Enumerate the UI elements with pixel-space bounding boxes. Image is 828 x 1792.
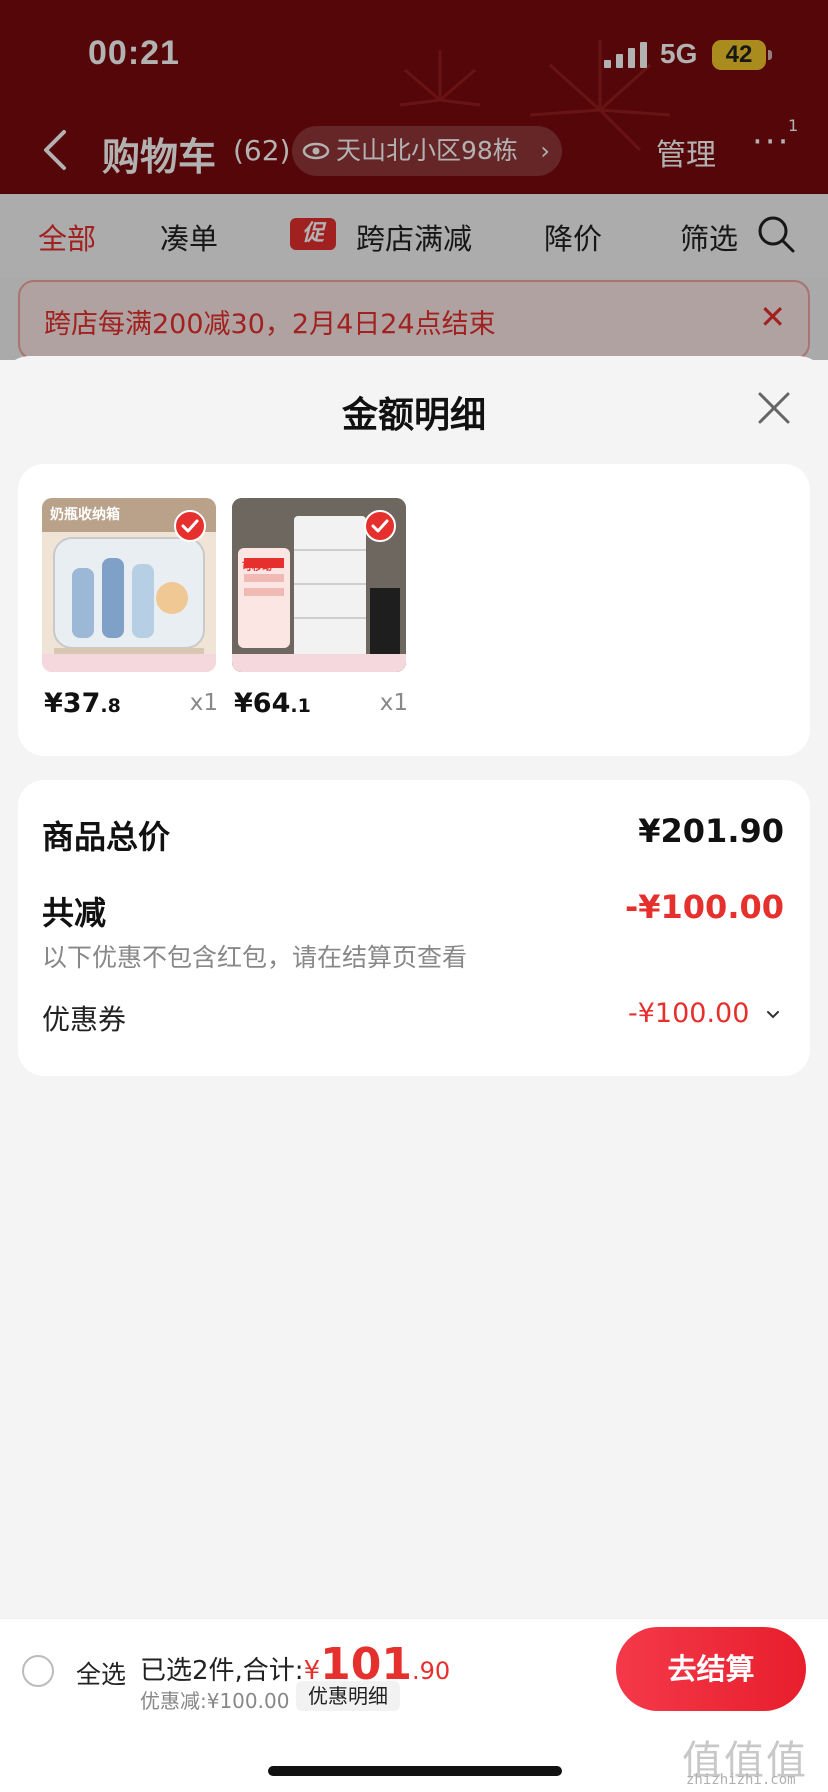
product-item[interactable]: 可移动 ¥64.1 x1 <box>232 498 408 719</box>
watermark-text: zhizhizhi.com <box>686 1772 796 1788</box>
product-item[interactable]: 奶瓶收纳箱 ¥37.8 x1 <box>42 498 218 719</box>
coupon-row[interactable]: -¥100.00 <box>628 998 780 1029</box>
total-decimal: .90 <box>411 1657 451 1685</box>
discount-summary: 优惠减:¥100.00 <box>140 1689 290 1713</box>
checkout-bar: 全选 已选2件,合计:¥101.90 优惠减:¥100.00 优惠明细 去结算 <box>0 1618 828 1718</box>
select-all-checkbox[interactable] <box>22 1655 54 1687</box>
home-indicator <box>268 1766 562 1776</box>
product-quantity: x1 <box>189 690 218 716</box>
product-image: 奶瓶收纳箱 <box>42 498 216 672</box>
product-image: 可移动 <box>232 498 406 672</box>
coupon-value: -¥100.00 <box>628 998 750 1029</box>
product-image-caption: 奶瓶收纳箱 <box>50 507 120 523</box>
discount-label: 共减 <box>42 894 107 932</box>
sheet-title: 金额明细 <box>341 395 486 436</box>
product-price: ¥64.1 <box>234 688 311 719</box>
select-all-label[interactable]: 全选 <box>76 1655 126 1691</box>
selected-summary: 已选2件,合计:¥101.90 <box>140 1639 450 1690</box>
product-price: ¥37.8 <box>44 688 121 719</box>
total-price-value: ¥201.90 <box>638 812 784 850</box>
price-summary-card: 商品总价 ¥201.90 共减 -¥100.00 以下优惠不包含红包，请在结算页… <box>18 780 810 1076</box>
modal-overlay[interactable] <box>0 0 828 360</box>
check-icon[interactable] <box>174 510 206 542</box>
close-icon[interactable] <box>756 390 792 426</box>
total-price-label: 商品总价 <box>42 818 171 856</box>
products-card: 奶瓶收纳箱 ¥37.8 x1 可移动 ¥64.1 x1 <box>18 464 810 756</box>
product-quantity: x1 <box>379 690 408 716</box>
checkout-button[interactable]: 去结算 <box>616 1627 806 1711</box>
discount-note: 以下优惠不包含红包，请在结算页查看 <box>42 943 468 972</box>
selected-text: 已选2件,合计: <box>140 1656 304 1686</box>
chevron-down-icon <box>767 1010 779 1018</box>
check-icon[interactable] <box>364 510 396 542</box>
coupon-label: 优惠券 <box>42 1003 127 1036</box>
product-image-caption: 可移动 <box>242 562 272 573</box>
bottom-safe-area: 值值值 zhizhizhi.com <box>0 1718 828 1792</box>
discount-detail-button[interactable]: 优惠明细 <box>296 1681 400 1711</box>
watermark: 值值值 zhizhizhi.com <box>672 1728 822 1788</box>
amount-detail-sheet: 金额明细 奶瓶收纳箱 ¥37.8 x1 可移动 ¥64.1 x1 商品总价 ¥2… <box>0 356 828 1618</box>
discount-value: -¥100.00 <box>624 888 784 926</box>
